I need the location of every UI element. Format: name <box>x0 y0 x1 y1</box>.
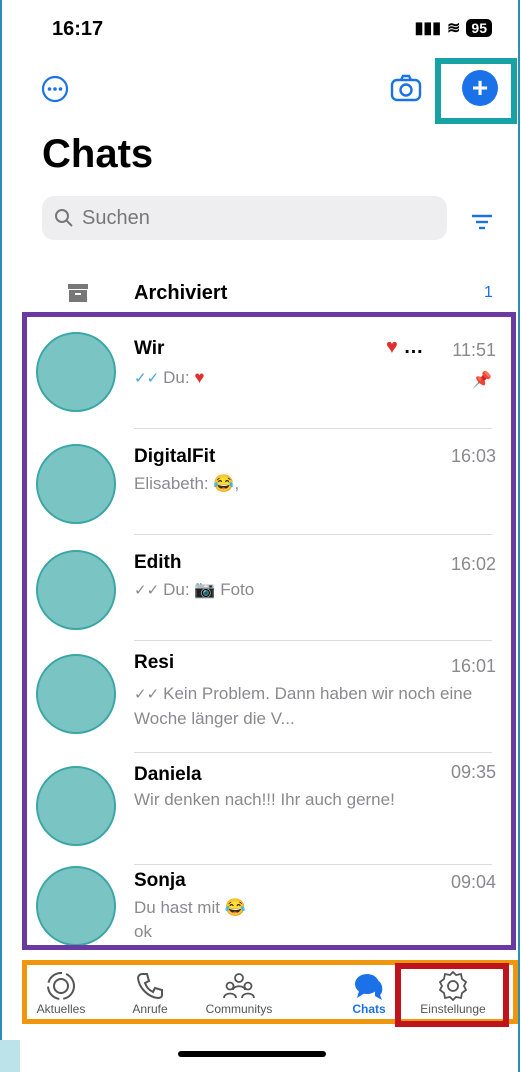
status-bar: 16:17 ▮▮▮ ≋ 95 <box>0 0 522 60</box>
highlight-new-chat <box>435 58 517 124</box>
highlight-settings-tab <box>395 963 509 1027</box>
status-icons: ▮▮▮ ≋ 95 <box>415 18 492 38</box>
camera-icon[interactable] <box>388 70 424 106</box>
status-time: 16:17 <box>52 18 104 40</box>
archived-row[interactable]: Archiviert 1 <box>0 266 522 316</box>
tab-anrufe[interactable]: Anrufe <box>105 970 195 1016</box>
corner-decoration <box>0 1040 20 1072</box>
communities-icon <box>223 973 255 999</box>
highlight-chat-list <box>22 312 516 950</box>
wifi-icon: ≋ <box>447 20 461 37</box>
home-indicator <box>178 1051 326 1057</box>
archived-label: Archiviert <box>134 282 228 304</box>
tab-aktuelles[interactable]: Aktuelles <box>16 970 106 1016</box>
filter-icon[interactable] <box>468 210 496 234</box>
search-placeholder: Suchen <box>82 206 150 229</box>
more-options-icon[interactable] <box>40 74 70 104</box>
archive-icon <box>68 284 88 302</box>
archived-count: 1 <box>484 284 493 301</box>
chats-icon <box>355 974 383 1000</box>
battery-indicator: 95 <box>466 19 492 37</box>
phone-icon <box>136 973 163 1000</box>
updates-icon <box>47 972 75 1000</box>
tab-communitys[interactable]: Communitys <box>194 970 284 1016</box>
signal-icon: ▮▮▮ <box>414 20 442 37</box>
page-title: Chats <box>42 132 154 176</box>
search-icon <box>55 209 73 227</box>
search-input[interactable]: Suchen <box>42 196 447 240</box>
